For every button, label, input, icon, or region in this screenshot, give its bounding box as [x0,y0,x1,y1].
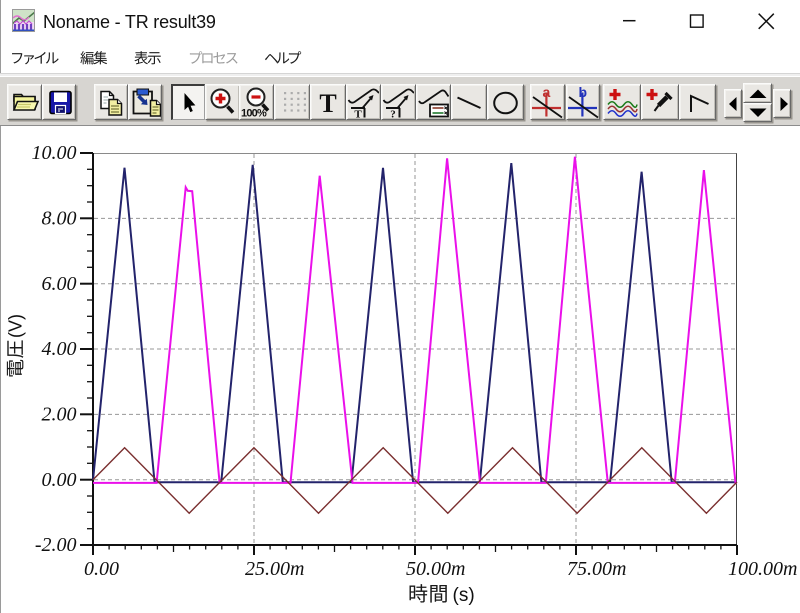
svg-text:T: T [354,108,362,118]
svg-text:2.00: 2.00 [42,404,77,426]
svg-text:6.00: 6.00 [42,273,77,295]
svg-text:100.00m: 100.00m [728,558,797,580]
svg-text:10.00: 10.00 [32,142,77,164]
svg-text:a: a [543,85,551,100]
svg-text:(s): (s) [453,585,475,606]
svg-text:75.00m: 75.00m [567,558,626,580]
svg-text:100%: 100% [241,107,267,118]
svg-text:-2.00: -2.00 [35,534,77,556]
svg-text:4.00: 4.00 [42,338,77,360]
svg-text:50.00m: 50.00m [406,558,465,580]
svg-text:8.00: 8.00 [42,208,77,230]
svg-text:0.00: 0.00 [84,558,119,580]
svg-text:25.00m: 25.00m [245,558,304,580]
svg-text:T: T [319,89,336,118]
svg-text:b: b [578,85,587,100]
svg-text:(V): (V) [6,314,26,338]
svg-text:0.00: 0.00 [42,469,77,491]
svg-text:?: ? [390,108,396,118]
